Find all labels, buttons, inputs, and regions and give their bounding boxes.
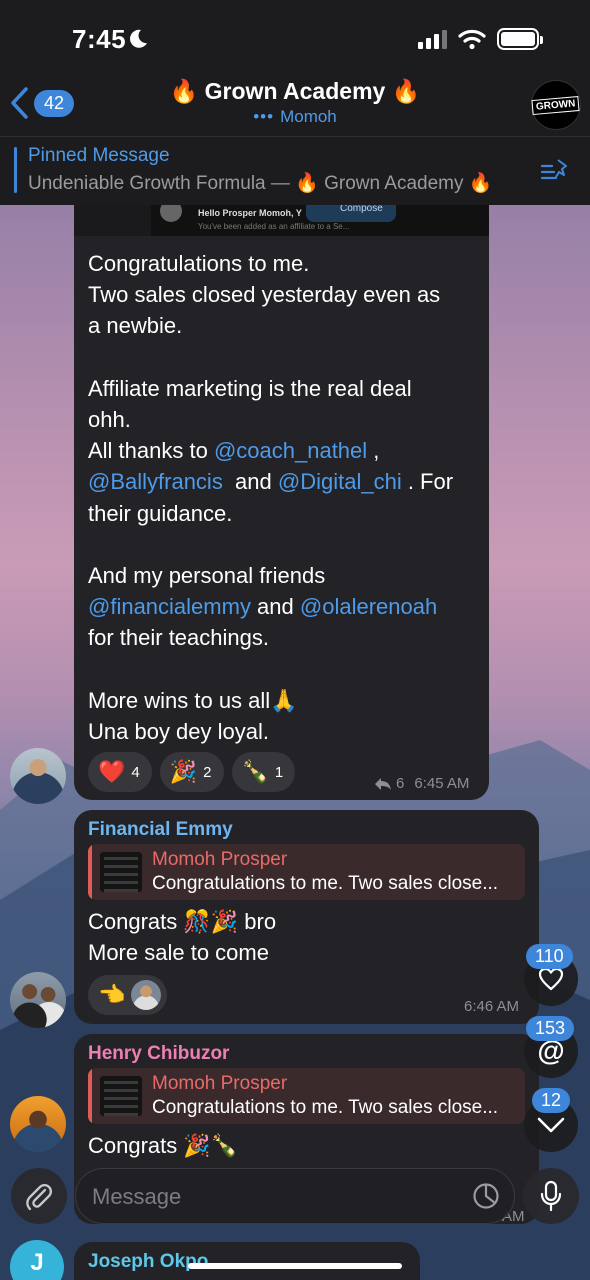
avatar[interactable] — [10, 1096, 66, 1152]
mention-link[interactable]: @olalerenoah — [300, 594, 437, 619]
text-line: Congratulations to me. — [88, 251, 310, 276]
reply-text: Congratulations to me. Two sales close..… — [152, 873, 499, 894]
party-popper-icon: 🎉 — [169, 759, 198, 784]
message-text: Congratulations to me. Two sales closed … — [88, 248, 478, 747]
text-fragment: . For — [401, 469, 454, 495]
reply-arrow-icon[interactable] — [374, 777, 392, 791]
message-text: Congrats 🎉🍾 — [88, 1130, 238, 1161]
sticker-icon[interactable] — [472, 1182, 500, 1210]
text-line: @Ballyfrancis and @Digital_chi . For — [88, 466, 478, 497]
reactions-count-badge: 110 — [526, 944, 573, 969]
battery-icon — [497, 28, 543, 50]
mention-link[interactable]: @coach_nathel — [214, 438, 367, 463]
preview-subtext: You've been added as an affiliate to a S… — [198, 222, 350, 231]
sender-name[interactable]: Henry Chibuzor — [88, 1043, 229, 1065]
reply-thumbnail — [100, 852, 142, 892]
home-indicator[interactable] — [188, 1263, 402, 1269]
avatar[interactable] — [10, 972, 66, 1028]
pinned-label: Pinned Message — [28, 145, 170, 166]
message-meta: 6 6:45 AM — [374, 775, 469, 792]
text-line: Congrats 🎉🍾 — [88, 1133, 239, 1158]
mention-link[interactable]: @Digital_chi — [278, 469, 402, 494]
heart-outline-icon — [538, 967, 564, 991]
reaction-list: ❤️ 4 🎉 2 🍾 1 — [88, 752, 296, 792]
reaction-count: 1 — [274, 763, 284, 781]
message-time: 6:45 AM — [414, 775, 470, 792]
message-text: Congrats 🎊🎉 bro More sale to come — [88, 906, 276, 968]
microphone-button[interactable] — [523, 1168, 579, 1224]
attach-button[interactable] — [11, 1168, 67, 1224]
text-line: All thanks to @coach_nathel , — [88, 435, 478, 466]
reaction-pointing[interactable]: 👈 — [88, 975, 168, 1015]
reply-quote[interactable]: Momoh Prosper Congratulations to me. Two… — [88, 844, 525, 900]
chevron-down-icon — [537, 1117, 565, 1133]
text-fragment: , — [367, 438, 380, 464]
message-time: 6:46 AM — [464, 998, 520, 1015]
reaction-heart[interactable]: ❤️ 4 — [88, 752, 152, 792]
header-bar: 7:45 42 🔥 Grown Academy 🔥 ••• Momoh GROWN… — [0, 0, 590, 205]
text-line: their guidance. — [88, 500, 233, 526]
mentions-count-badge: 153 — [526, 1016, 575, 1041]
chat-title-area[interactable]: 🔥 Grown Academy 🔥 ••• Momoh — [0, 78, 590, 127]
message-input[interactable]: Message — [75, 1168, 515, 1224]
champagne-icon: 🍾 — [241, 759, 269, 784]
text-line: for their teachings. — [88, 625, 269, 651]
reply-author: Momoh Prosper — [152, 1073, 288, 1094]
reaction-party[interactable]: 🎉 2 — [159, 752, 224, 792]
message-bubble[interactable]: Joseph Okpo — [74, 1242, 420, 1280]
preview-greeting: Hello Prosper Momoh, Y — [198, 208, 302, 218]
text-fragment: All thanks to — [88, 438, 214, 464]
sender-name[interactable]: Joseph Okpo — [88, 1251, 208, 1273]
message-bubble[interactable]: Financial Emmy Momoh Prosper Congratulat… — [74, 810, 539, 1024]
reaction-champagne[interactable]: 🍾 1 — [231, 752, 296, 792]
status-time: 7:45 — [72, 24, 127, 54]
typing-dots: ••• — [253, 107, 275, 126]
reactor-avatar — [131, 980, 162, 1010]
text-line: Congrats 🎊🎉 bro — [88, 909, 277, 934]
reaction-list: 👈 — [88, 975, 168, 1015]
reply-thumbnail — [100, 1076, 142, 1116]
text-line: More sale to come — [88, 940, 269, 966]
microphone-icon — [540, 1180, 562, 1212]
pointing-hand-icon: 👈 — [98, 982, 126, 1007]
pinned-list-icon[interactable] — [540, 157, 570, 183]
message-bubble[interactable]: Hello Prosper Momoh, Y You've been added… — [74, 196, 489, 800]
heart-icon: ❤️ — [98, 759, 126, 784]
pinned-text: Undeniable Growth Formula — 🔥 Grown Acad… — [28, 173, 493, 194]
paperclip-icon — [26, 1183, 53, 1211]
mention-link[interactable]: @financialemmy — [88, 594, 251, 619]
text-fragment: and — [222, 469, 278, 495]
status-bar: 7:45 — [0, 0, 590, 78]
group-avatar[interactable]: GROWN — [531, 80, 581, 130]
sender-name[interactable]: Financial Emmy — [88, 819, 233, 841]
focus-moon-icon — [130, 29, 147, 48]
mention-link[interactable]: @Ballyfrancis — [88, 469, 223, 494]
text-line: And my personal friends — [88, 563, 326, 588]
typing-user: Momoh — [280, 107, 337, 126]
reply-quote[interactable]: Momoh Prosper Congratulations to me. Two… — [88, 1068, 525, 1124]
text-line: a newbie. — [88, 313, 183, 339]
message-placeholder: Message — [92, 1184, 182, 1209]
cellular-signal-icon — [418, 30, 447, 49]
reaction-count: 4 — [131, 763, 140, 781]
reply-author: Momoh Prosper — [152, 849, 288, 870]
pinned-indicator — [14, 147, 17, 193]
group-logo: GROWN — [531, 95, 581, 115]
typing-status: ••• Momoh — [0, 107, 590, 127]
text-line: More wins to us all🙏 — [88, 687, 298, 713]
chat-title: 🔥 Grown Academy 🔥 — [169, 78, 421, 104]
unread-count-badge: 12 — [532, 1088, 571, 1113]
wifi-icon — [458, 29, 486, 50]
pinned-message-bar[interactable]: Pinned Message Undeniable Growth Formula… — [0, 137, 590, 203]
reply-count: 6 — [396, 775, 405, 792]
reaction-count: 2 — [203, 763, 212, 781]
text-line: @financialemmy and @olalerenoah — [88, 591, 478, 622]
reply-text: Congratulations to me. Two sales close..… — [152, 1097, 499, 1118]
avatar[interactable] — [10, 748, 66, 804]
text-line: ohh. — [88, 407, 131, 432]
text-line: Affiliate marketing is the real deal — [88, 375, 412, 401]
text-line: Una boy dey loyal. — [88, 719, 269, 744]
text-line: Two sales closed yesterday even as — [88, 282, 441, 308]
text-fragment: and — [250, 594, 300, 620]
